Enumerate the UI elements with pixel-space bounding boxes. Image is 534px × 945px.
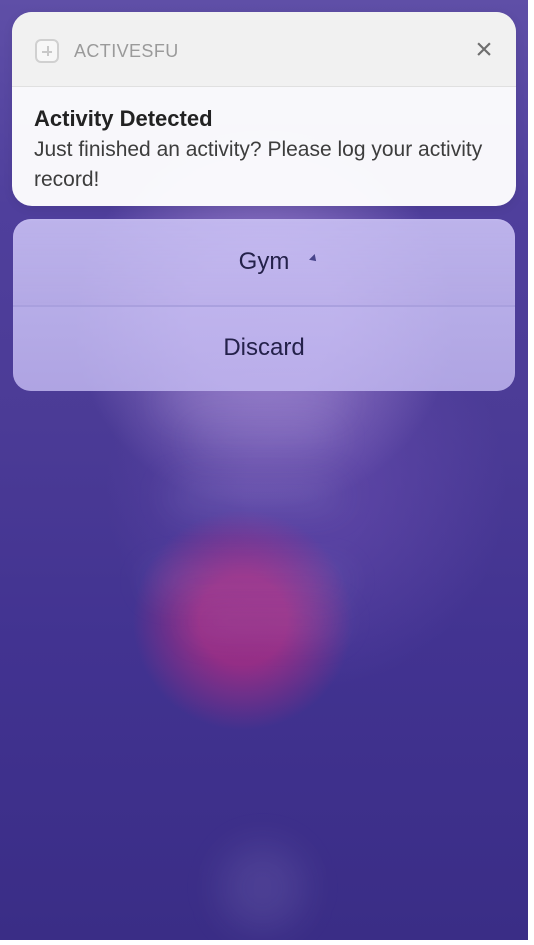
background-blur-shape xyxy=(170,485,340,507)
screenshot-edge xyxy=(0,940,534,945)
notification-header: ACTIVESFU × xyxy=(12,12,516,87)
screenshot-edge xyxy=(528,0,534,945)
background-blur-shape xyxy=(165,390,345,414)
background-blur-shape xyxy=(220,845,305,930)
notification-title: Activity Detected xyxy=(34,106,213,131)
notification-body: Just finished an activity? Please log yo… xyxy=(34,138,483,191)
background-blur-shape xyxy=(190,430,335,448)
background-blur-shape xyxy=(150,572,345,590)
app-icon xyxy=(35,39,59,63)
gym-button[interactable]: Gym xyxy=(13,219,515,307)
lock-screen-background: ACTIVESFU × Activity Detected Just finis… xyxy=(0,0,528,940)
app-name: ACTIVESFU xyxy=(74,41,179,61)
close-button[interactable]: × xyxy=(470,35,498,65)
notification-actions: Gym Discard xyxy=(13,219,515,391)
gym-button-label: Gym xyxy=(238,248,290,275)
notification-card[interactable]: ACTIVESFU × Activity Detected Just finis… xyxy=(12,12,516,206)
discard-button-label: Discard xyxy=(223,334,305,361)
background-blur-shape xyxy=(190,612,340,630)
discard-button[interactable]: Discard xyxy=(13,305,515,391)
